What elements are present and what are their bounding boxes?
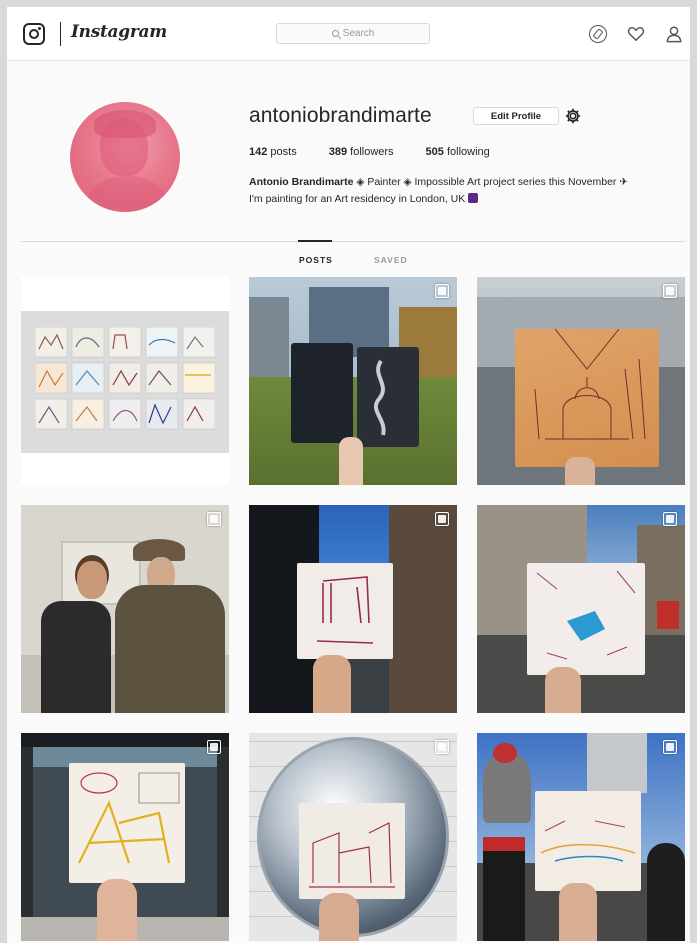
followers-count: 389 — [328, 146, 348, 158]
multiple-photos-icon — [435, 284, 449, 298]
logo-divider — [60, 22, 61, 46]
profile-person-icon[interactable] — [665, 25, 683, 43]
profile-username: antoniobrandimarte — [249, 104, 432, 127]
avatar-face-shape — [100, 118, 148, 176]
multiple-photos-icon — [663, 284, 677, 298]
posts-count: 142 — [249, 146, 268, 158]
profile-bio: Antonio Brandimarte ◈ Painter ◈ Impossib… — [249, 174, 689, 208]
multiple-photos-icon — [207, 740, 221, 754]
following-label: following — [446, 146, 490, 158]
posts-label: posts — [270, 146, 297, 158]
instagram-camera-icon[interactable] — [23, 23, 45, 45]
explore-compass-icon[interactable] — [589, 25, 607, 43]
tab-saved[interactable]: SAVED — [374, 255, 408, 265]
following-stat[interactable]: 505 following — [426, 146, 490, 158]
multiple-photos-icon — [663, 740, 677, 754]
multiple-photos-icon — [663, 512, 677, 526]
avatar-shoulder-shape — [88, 176, 166, 212]
post-drawing-dragon-statue[interactable] — [477, 733, 685, 941]
posts-stat: 142 posts — [249, 146, 297, 158]
post-st-pauls-drawing[interactable] — [477, 277, 685, 485]
tab-posts[interactable]: POSTS — [299, 255, 333, 265]
profile-stats: 142 posts 389 followers 505 following — [249, 146, 522, 158]
multiple-photos-icon — [207, 512, 221, 526]
post-sketchbook-park[interactable] — [249, 277, 457, 485]
search-icon — [331, 30, 339, 37]
edit-profile-button[interactable]: Edit Profile — [473, 107, 559, 125]
bio-full-name: Antonio Brandimarte — [249, 176, 354, 188]
search-placeholder: Search — [342, 28, 375, 39]
top-navigation-bar: Instagram Search — [7, 7, 690, 61]
bio-line-2: I'm painting for an Art residency in Lon… — [249, 193, 466, 205]
tabs-divider — [21, 241, 685, 242]
post-two-men-gallery[interactable] — [21, 505, 229, 713]
multiple-photos-icon — [435, 512, 449, 526]
painting-thumbnails-art — [35, 327, 215, 430]
settings-gear-icon[interactable] — [564, 107, 582, 125]
post-drawing-street-blue-sky[interactable] — [249, 505, 457, 713]
post-blue-drawing-street[interactable] — [477, 505, 685, 713]
search-input[interactable]: Search — [276, 23, 430, 44]
post-yellow-drawing-window[interactable] — [21, 733, 229, 941]
following-count: 505 — [425, 146, 444, 158]
post-drawing-convex-mirror[interactable] — [249, 733, 457, 941]
followers-label: followers — [350, 146, 394, 158]
profile-avatar[interactable] — [70, 102, 180, 212]
activity-heart-icon[interactable] — [627, 25, 645, 43]
post-grid-of-paintings[interactable] — [21, 277, 229, 485]
multiple-photos-icon — [435, 740, 449, 754]
instagram-window: Instagram Search antoniobrandimarte Edit… — [7, 7, 690, 943]
instagram-wordmark[interactable]: Instagram — [71, 22, 167, 42]
bio-line-1: ◈ Painter ◈ Impossible Art project serie… — [353, 176, 629, 188]
purple-square-emoji — [468, 193, 479, 203]
followers-stat[interactable]: 389 followers — [329, 146, 394, 158]
active-tab-indicator — [298, 240, 332, 242]
